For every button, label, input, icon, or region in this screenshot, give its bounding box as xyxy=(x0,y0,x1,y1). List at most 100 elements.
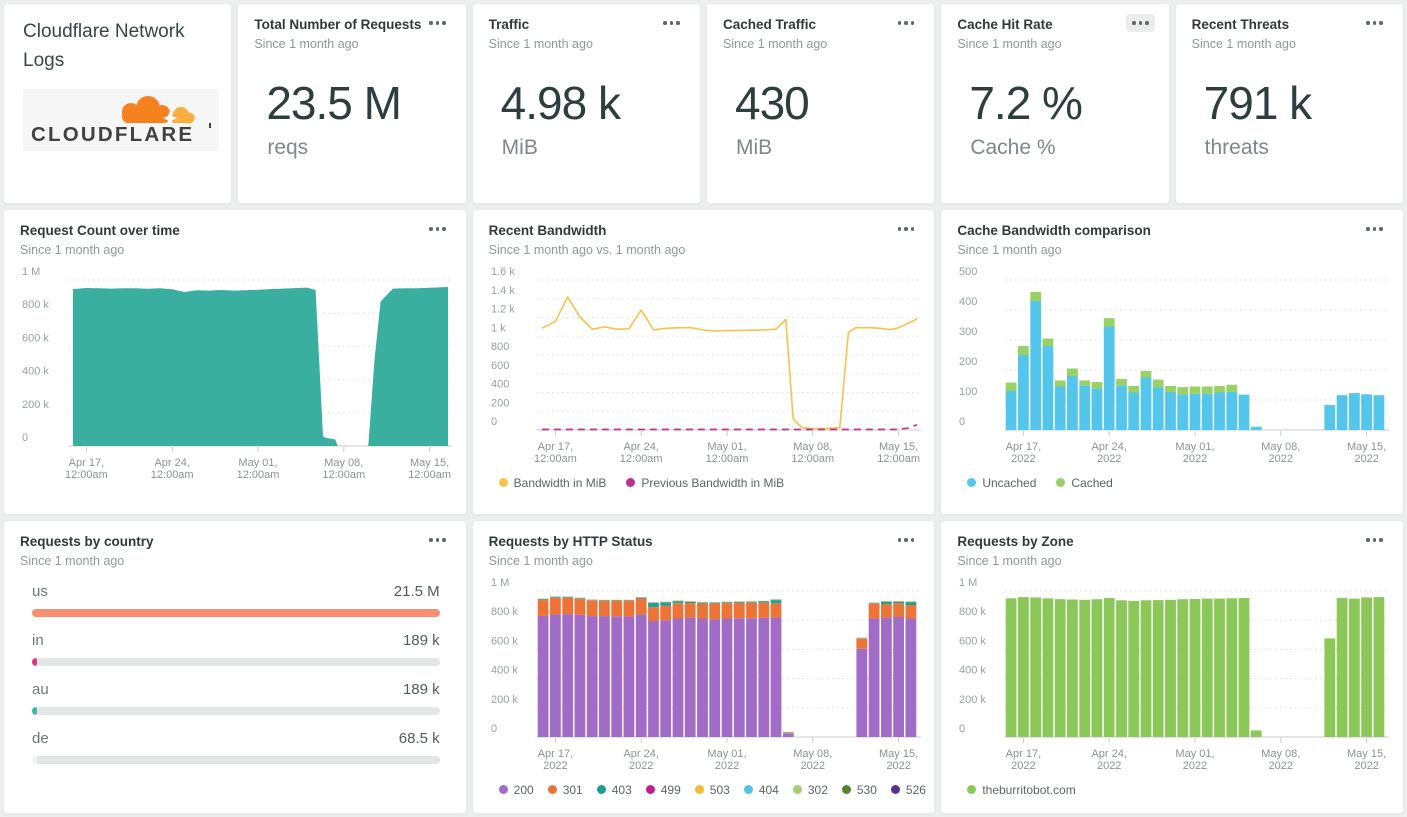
panel-menu-button[interactable] xyxy=(892,14,921,32)
legend-label: 530 xyxy=(856,782,877,797)
country-bar xyxy=(32,706,37,715)
legend-dot xyxy=(743,785,753,795)
panel-cache-bandwidth: Cache Bandwidth comparison Since 1 month… xyxy=(940,209,1404,515)
x-axis-tick-label: May 01, 2022 xyxy=(707,748,746,772)
y-axis-tick-label: 1 M xyxy=(22,266,40,278)
country-row: au 189 k xyxy=(32,681,440,715)
cache-bandwidth-svg: 0 100 200 300 400 500 Apr 17, 2022 Apr 24, 2022 Ma… xyxy=(959,266,1390,465)
panel-menu-button[interactable] xyxy=(1126,14,1155,32)
panel-request-count: Request Count over time Since 1 month ag… xyxy=(3,209,467,515)
legend-label: Uncached xyxy=(982,475,1037,490)
legend-dot xyxy=(547,785,557,795)
requests-by-zone-svg: 0 200 k 400 k 600 k 800 k 1 M Apr 17, 2022 Apr 2… xyxy=(959,577,1390,772)
panel-menu-button[interactable] xyxy=(1360,14,1389,32)
x-axis-tick-label: May 01, 12:00am xyxy=(705,441,748,465)
panel-menu-button[interactable] xyxy=(423,220,452,238)
y-axis-tick-label: 200 xyxy=(491,397,509,409)
y-axis-tick-label: 1 M xyxy=(491,577,509,589)
x-axis-tick-label: May 01, 2022 xyxy=(1176,748,1215,772)
legend-item[interactable]: 301 xyxy=(547,783,583,797)
x-axis-tick-label: Apr 24, 2022 xyxy=(1092,748,1127,772)
panel-subtitle: Since 1 month ago xyxy=(957,36,1062,51)
legend-item[interactable]: 403 xyxy=(596,783,632,797)
stat-unit: MiB xyxy=(735,135,773,159)
legend-label: 526 xyxy=(905,782,926,797)
panel-menu-button[interactable] xyxy=(1360,531,1389,549)
dashboard: Cloudflare Network Logs CLOUDFLARE Total… xyxy=(0,0,1407,817)
panel-menu-button[interactable] xyxy=(1360,220,1389,238)
x-axis-tick-label: May 15, 12:00am xyxy=(408,457,451,481)
country-row: us 21.5 M xyxy=(32,583,440,617)
stat-value: 4.98 k xyxy=(500,76,621,129)
panel-menu-button[interactable] xyxy=(892,220,921,238)
y-axis-tick-label: 600 xyxy=(491,360,509,372)
panel-subtitle: Since 1 month ago xyxy=(722,36,828,51)
y-axis-tick-label: 1 k xyxy=(491,322,506,334)
y-axis-tick-label: 800 xyxy=(491,341,509,353)
bar-series-200 xyxy=(537,613,916,737)
http-status-chart: 0 200 k 400 k 600 k 800 k 1 M Apr 17, 2022 Apr 2… xyxy=(489,577,921,782)
x-axis-tick-label: May 08, 2022 xyxy=(1262,441,1301,465)
line-series-Bandwidth in MiB xyxy=(541,295,918,430)
x-axis-tick-label: Apr 24, 12:00am xyxy=(151,457,194,481)
y-axis-tick-label: 400 xyxy=(491,378,509,390)
legend-item[interactable]: 302 xyxy=(792,783,828,797)
country-bar xyxy=(32,657,37,666)
legend-item[interactable]: Previous Bandwidth in MiB xyxy=(626,476,784,490)
legend-dot xyxy=(841,785,851,795)
x-axis-tick-label: May 15, 2022 xyxy=(879,748,918,772)
x-axis-tick-label: Apr 17, 12:00am xyxy=(534,441,577,465)
x-axis-tick-label: Apr 17, 2022 xyxy=(537,748,572,772)
chart-legend: theburritobot.com xyxy=(967,783,1387,797)
cache-bandwidth-chart: 0 100 200 300 400 500 Apr 17, 2022 Apr 24, 2022 Ma… xyxy=(957,266,1390,475)
country-value: 21.5 M xyxy=(393,582,440,600)
legend-item[interactable]: theburritobot.com xyxy=(967,783,1076,797)
x-axis-tick-label: May 01, 2022 xyxy=(1176,441,1215,465)
panel-menu-button[interactable] xyxy=(423,531,452,549)
legend-item[interactable]: Cached xyxy=(1056,475,1113,490)
panel-subtitle: Since 1 month ago xyxy=(20,242,125,257)
legend-item[interactable]: Bandwidth in MiB xyxy=(498,476,606,490)
legend-dot xyxy=(967,478,977,488)
panel-title: Cache Hit Rate xyxy=(957,17,1053,32)
legend-item[interactable]: 499 xyxy=(645,783,681,797)
panel-title: Cached Traffic xyxy=(722,17,817,32)
stat-unit: MiB xyxy=(501,135,538,159)
y-axis-tick-label: 600 k xyxy=(491,635,518,647)
legend-item[interactable]: Uncached xyxy=(967,476,1036,490)
recent-bandwidth-svg: 0 200 400 600 800 1 k 1.2 k 1.4 k 1.6 k Apr 17, 12… xyxy=(491,266,921,465)
panel-subtitle: Since 1 month ago xyxy=(1191,36,1296,51)
x-axis-tick-label: Apr 17, 2022 xyxy=(1006,441,1041,465)
chart-legend: Uncached Cached xyxy=(967,476,1387,490)
legend-label: Cached xyxy=(1071,475,1113,490)
y-axis-tick-label: 0 xyxy=(491,723,497,735)
x-axis-tick-label: Apr 24, 2022 xyxy=(623,748,658,772)
panel-traffic: Traffic Since 1 month ago 4.98 k MiB xyxy=(471,3,701,204)
panel-menu-button[interactable] xyxy=(423,14,452,32)
legend-item[interactable]: 526 xyxy=(890,782,926,797)
panel-subtitle: Since 1 month ago xyxy=(957,553,1062,568)
panel-http-status: Requests by HTTP Status Since 1 month ag… xyxy=(471,520,936,814)
country-value: 68.5 k xyxy=(398,729,440,747)
country-label: in xyxy=(32,631,44,649)
legend-label: Previous Bandwidth in MiB xyxy=(641,475,785,490)
panel-menu-button[interactable] xyxy=(892,531,921,549)
x-axis-tick-label: May 01, 12:00am xyxy=(237,457,280,481)
stat-unit: threats xyxy=(1204,135,1269,159)
legend-item[interactable]: 530 xyxy=(841,782,877,797)
legend-item[interactable]: 200 xyxy=(498,782,534,797)
chart-legend: Bandwidth in MiB Previous Bandwidth in Mi… xyxy=(498,476,919,490)
legend-item[interactable]: 404 xyxy=(743,783,779,797)
legend-item[interactable]: 503 xyxy=(694,783,730,797)
x-axis-tick-label: Apr 17, 2022 xyxy=(1006,748,1041,772)
stat-value: 23.5 M xyxy=(266,76,402,129)
y-axis-tick-label: 800 k xyxy=(959,606,986,618)
y-axis-tick-label: 0 xyxy=(959,723,965,735)
panel-menu-button[interactable] xyxy=(657,14,686,32)
y-axis-tick-label: 600 k xyxy=(22,332,49,344)
y-axis-tick-label: 800 k xyxy=(22,299,49,311)
country-label: us xyxy=(32,582,48,600)
stat-unit: reqs xyxy=(267,135,309,159)
cloudflare-logo-image: CLOUDFLARE xyxy=(23,88,219,151)
legend-label: 200 xyxy=(513,782,534,797)
